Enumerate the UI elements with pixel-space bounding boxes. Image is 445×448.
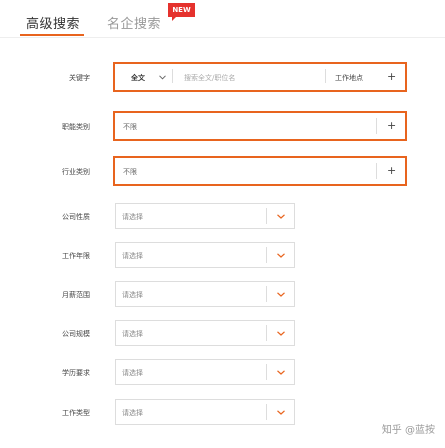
education-value: 请选择 xyxy=(122,369,143,377)
chevron-down-icon[interactable] xyxy=(277,331,285,336)
add-location-plus-icon[interactable]: + xyxy=(387,71,396,82)
industry-category-separator xyxy=(376,163,377,179)
job-category-row: 职能类别 不限 + xyxy=(0,111,445,141)
add-job-category-plus-icon[interactable]: + xyxy=(387,120,396,131)
industry-category-field[interactable]: 不限 + xyxy=(113,156,407,186)
scope-chevron-down-icon[interactable] xyxy=(159,75,166,80)
industry-category-row: 行业类别 不限 + xyxy=(0,156,445,186)
job-category-label: 职能类别 xyxy=(62,123,90,131)
add-industry-category-plus-icon[interactable]: + xyxy=(387,165,396,176)
work-years-separator xyxy=(266,247,267,263)
new-badge: NEW xyxy=(168,3,195,21)
company-type-value: 请选择 xyxy=(122,213,143,221)
salary-range-separator xyxy=(266,286,267,302)
select-row-work-years: 工作年限 请选择 xyxy=(0,242,445,268)
work-years-value: 请选择 xyxy=(122,252,143,260)
salary-range-label: 月薪范围 xyxy=(62,291,90,299)
job-category-field[interactable]: 不限 + xyxy=(113,111,407,141)
company-type-select[interactable]: 请选择 xyxy=(115,203,295,229)
company-type-label: 公司性质 xyxy=(62,213,90,221)
company-size-separator xyxy=(266,325,267,341)
industry-category-value: 不限 xyxy=(123,168,137,176)
chevron-down-icon[interactable] xyxy=(277,292,285,297)
work-location-label[interactable]: 工作地点 xyxy=(335,73,363,83)
zhihu-watermark: 知乎 @蓝按 xyxy=(381,425,435,436)
education-select[interactable]: 请选择 xyxy=(115,359,295,385)
education-label: 学历要求 xyxy=(62,369,90,377)
scope-select-label[interactable]: 全文 xyxy=(131,73,145,83)
salary-range-value: 请选择 xyxy=(122,291,143,299)
work-years-select[interactable]: 请选择 xyxy=(115,242,295,268)
keyword-row: 关键字 全文 搜索全文/职位名 工作地点 + xyxy=(0,62,445,92)
chevron-down-icon[interactable] xyxy=(277,214,285,219)
scope-separator xyxy=(172,69,173,83)
job-type-value: 请选择 xyxy=(122,409,143,417)
tab-advanced-search[interactable]: 高级搜索 xyxy=(26,13,80,32)
company-type-separator xyxy=(266,208,267,224)
company-size-select[interactable]: 请选择 xyxy=(115,320,295,346)
location-separator xyxy=(325,69,326,83)
job-category-separator xyxy=(376,118,377,134)
select-row-company-size: 公司规模 请选择 xyxy=(0,320,445,346)
chevron-down-icon[interactable] xyxy=(277,370,285,375)
work-years-label: 工作年限 xyxy=(62,252,90,260)
select-row-job-type: 工作类型 请选择 xyxy=(0,399,445,425)
chevron-down-icon[interactable] xyxy=(277,410,285,415)
company-size-label: 公司规模 xyxy=(62,330,90,338)
select-row-salary-range: 月薪范围 请选择 xyxy=(0,281,445,307)
select-row-company-type: 公司性质 请选择 xyxy=(0,203,445,229)
keyword-field[interactable]: 全文 搜索全文/职位名 工作地点 + xyxy=(113,62,407,92)
job-type-separator xyxy=(266,404,267,420)
industry-category-label: 行业类别 xyxy=(62,168,90,176)
chevron-down-icon[interactable] xyxy=(277,253,285,258)
keyword-search-input[interactable]: 搜索全文/职位名 xyxy=(184,73,235,83)
job-type-label: 工作类型 xyxy=(62,409,90,417)
tabs-divider xyxy=(0,37,445,38)
job-type-select[interactable]: 请选择 xyxy=(115,399,295,425)
active-tab-underline xyxy=(20,34,84,36)
tab-company-search[interactable]: 名企搜索 xyxy=(107,13,161,32)
company-size-value: 请选择 xyxy=(122,330,143,338)
search-tabs: 高级搜索 名企搜索 NEW xyxy=(0,0,445,38)
salary-range-select[interactable]: 请选择 xyxy=(115,281,295,307)
education-separator xyxy=(266,364,267,380)
select-row-education: 学历要求 请选择 xyxy=(0,359,445,385)
keyword-label: 关键字 xyxy=(69,74,90,82)
job-category-value: 不限 xyxy=(123,123,137,131)
